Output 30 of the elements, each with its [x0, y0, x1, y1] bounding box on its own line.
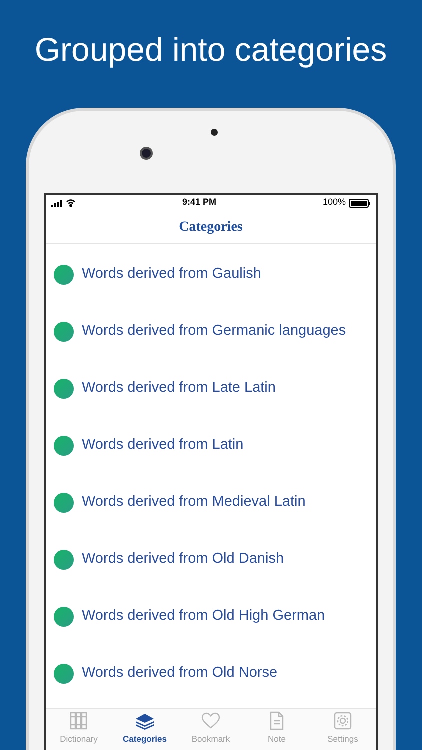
layers-icon [135, 711, 155, 732]
dot-icon [54, 322, 74, 342]
books-icon [69, 711, 89, 732]
dot-icon [54, 664, 74, 684]
battery-percent: 100% [322, 196, 346, 210]
camera-icon [140, 147, 153, 160]
headline: Grouped into categories [34, 30, 388, 70]
wifi-icon [66, 199, 76, 207]
heart-icon [201, 711, 221, 732]
category-item[interactable]: Words derived from Old Danish [46, 531, 376, 588]
dot-icon [54, 264, 74, 284]
category-item[interactable]: Words derived from Old Norse [46, 645, 376, 702]
status-time: 9:41 PM [182, 196, 216, 210]
dot-icon [54, 492, 74, 512]
category-item[interactable]: Words derived from Medieval Latin [46, 474, 376, 531]
category-item[interactable]: Words derived from Germanic languages [46, 303, 376, 360]
nav-title: Categories [179, 218, 243, 236]
category-item[interactable]: Words derived from Late Latin [46, 360, 376, 417]
signal-icon [51, 200, 63, 206]
dot-icon [54, 606, 74, 626]
tab[interactable]: Categories [112, 709, 178, 748]
category-item[interactable]: Words derived from Gaulish [46, 246, 376, 303]
battery-icon [348, 198, 371, 208]
settings-icon [333, 711, 353, 732]
category-item[interactable]: Words derived from Old High German [46, 588, 376, 645]
speaker-icon [211, 129, 218, 136]
category-item[interactable]: Words derived from Latin [46, 417, 376, 474]
dot-icon [54, 378, 74, 398]
dot-icon [54, 550, 74, 570]
dot-icon [54, 436, 74, 456]
